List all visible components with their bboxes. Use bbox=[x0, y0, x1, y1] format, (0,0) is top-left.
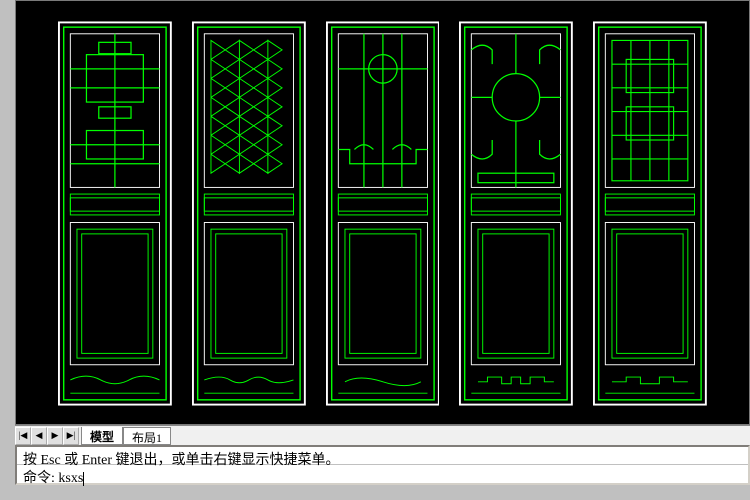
door-panel-4 bbox=[459, 11, 573, 416]
command-prompt: 命令: bbox=[23, 471, 58, 486]
command-history-line: 按 Esc 或 Enter 键退出，或单击右键显示快捷菜单。 bbox=[17, 447, 748, 465]
door-panel-2 bbox=[192, 11, 306, 416]
tab-nav-first[interactable]: |◀ bbox=[15, 427, 31, 445]
text-cursor bbox=[83, 472, 84, 486]
layout-tab-bar: |◀ ◀ ▶ ▶| 模型 布局1 bbox=[15, 425, 750, 445]
door-panel-3 bbox=[326, 11, 440, 416]
command-input-text: ksxs bbox=[58, 471, 83, 486]
tab-nav-last[interactable]: ▶| bbox=[63, 427, 79, 445]
command-window: 按 Esc 或 Enter 键退出，或单击右键显示快捷菜单。 命令: ksxs bbox=[15, 445, 750, 485]
tab-nav-prev[interactable]: ◀ bbox=[31, 427, 47, 445]
cad-drawing-viewport[interactable] bbox=[15, 0, 750, 425]
tab-layout1[interactable]: 布局1 bbox=[123, 427, 171, 445]
tab-model[interactable]: 模型 bbox=[81, 427, 123, 445]
door-panel-1 bbox=[58, 11, 172, 416]
tab-nav-next[interactable]: ▶ bbox=[47, 427, 63, 445]
door-panel-5 bbox=[593, 11, 707, 416]
